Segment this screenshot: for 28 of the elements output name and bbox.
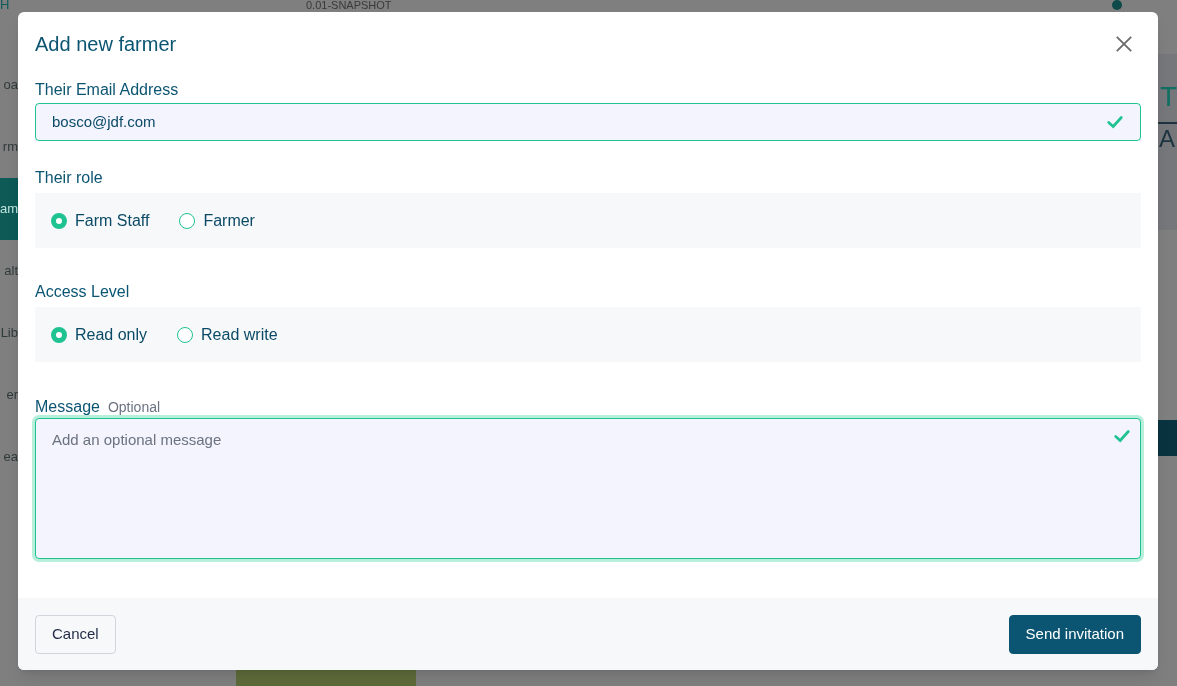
check-icon xyxy=(1106,113,1124,131)
radio-label[interactable]: Farmer xyxy=(203,208,255,233)
heading-text: T xyxy=(1159,82,1177,112)
radio-button[interactable] xyxy=(51,212,67,229)
radio-button[interactable] xyxy=(51,326,67,343)
sidebar-item[interactable]: am xyxy=(0,178,18,240)
optional-hint: Optional xyxy=(107,398,161,417)
logo-text: H xyxy=(0,0,10,12)
field-label: Access Level xyxy=(35,282,131,302)
version-label: 0.01-SNAPSHOT xyxy=(306,0,392,11)
sidebar-item[interactable]: alt xyxy=(0,240,18,302)
field-label: Their role xyxy=(35,168,104,188)
radio-label[interactable]: Read only xyxy=(75,322,148,347)
radio-label[interactable]: Read write xyxy=(201,322,278,347)
message-field[interactable]: Add an optional message xyxy=(35,418,1141,559)
field-label: Message xyxy=(35,397,100,417)
radio-button[interactable] xyxy=(179,212,196,229)
radio-button[interactable] xyxy=(177,326,194,343)
radio-label[interactable]: Farm Staff xyxy=(75,208,150,233)
sidebar-item[interactable]: rm xyxy=(0,116,18,178)
close-icon[interactable] xyxy=(1115,35,1133,53)
cancel-button[interactable]: Cancel xyxy=(35,614,116,654)
send-button[interactable]: Send invitation xyxy=(1008,614,1141,654)
dialog-title: Add new farmer xyxy=(35,32,177,57)
panel-bar xyxy=(1158,420,1177,456)
check-icon xyxy=(1113,427,1131,445)
email-field[interactable]: bosco@jdf.com xyxy=(35,103,1141,141)
field-label: Their Email Address xyxy=(35,80,180,100)
